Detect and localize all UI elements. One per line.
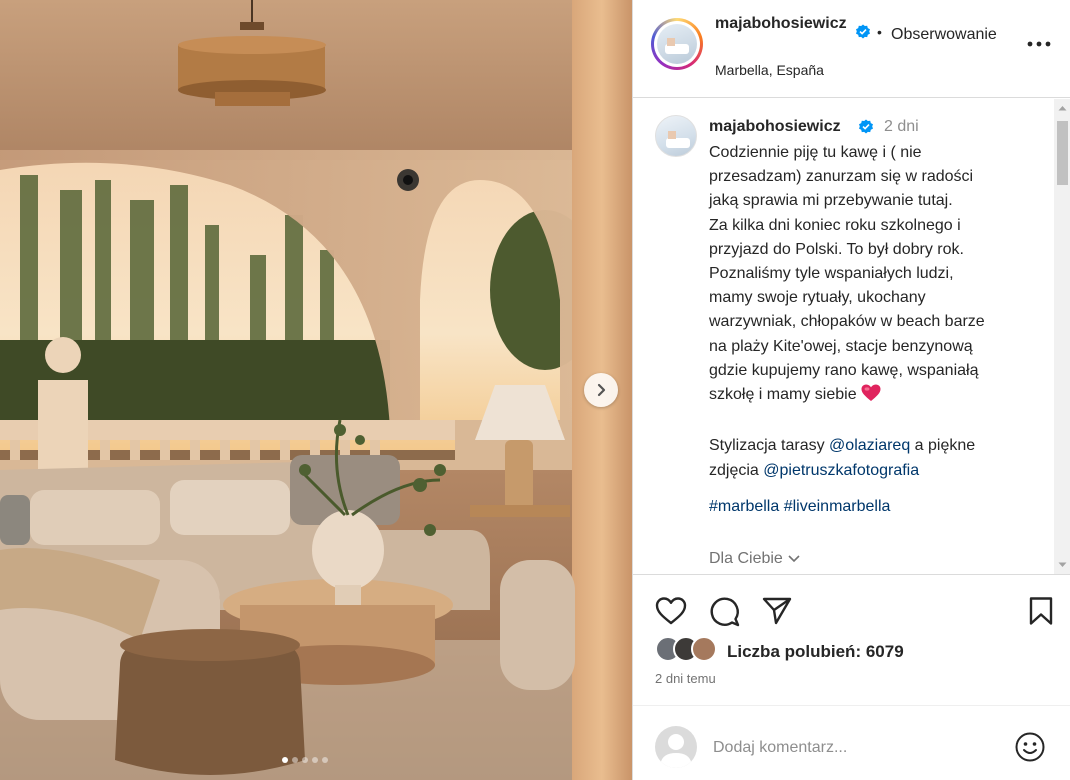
carousel-dot <box>302 757 308 763</box>
scroll-down-icon[interactable] <box>1058 562 1067 568</box>
post-header: majabohosiewicz • Obserwowanie Marbella,… <box>633 0 1070 98</box>
caption-line: warzywniak, chłopaków w beach barze <box>709 313 985 331</box>
hashtags: #marbella #liveinmarbella <box>709 498 890 516</box>
caption-time[interactable]: 2 dni <box>884 118 919 136</box>
verified-icon <box>858 119 874 140</box>
next-photo-button[interactable] <box>584 373 618 407</box>
caption-line: na plaży Kite'owej, stacje benzynową <box>709 337 973 355</box>
carousel-dot <box>292 757 298 763</box>
caption-line: jaką sprawia mi przebywanie tutaj. <box>709 192 953 210</box>
author-username[interactable]: majabohosiewicz <box>715 14 855 34</box>
caption-line: gdzie kupujemy rano kawę, wspaniałą <box>709 361 979 379</box>
for-you-label: Dla Ciebie <box>709 550 783 567</box>
caption-scrollbar[interactable] <box>1054 99 1070 574</box>
post-timestamp[interactable]: 2 dni temu <box>655 671 716 686</box>
share-icon[interactable] <box>761 596 793 631</box>
hashtag-link[interactable]: #liveinmarbella <box>784 498 891 515</box>
likes-count[interactable]: Liczba polubień: 6079 <box>727 642 904 662</box>
styling-text: a piękne <box>910 437 976 455</box>
caption-area: majabohosiewicz 2 dni Codziennie piję tu… <box>633 99 1070 574</box>
chevron-right-icon <box>597 383 606 397</box>
save-icon[interactable] <box>1028 596 1054 631</box>
caption-line: Za kilka dni koniec roku szkolnego i <box>709 216 961 234</box>
post-actions: Liczba polubień: 6079 2 dni temu <box>633 574 1070 704</box>
caption-line: przyjazd do Polski. To był dobry rok. <box>709 240 964 258</box>
add-comment-bar <box>633 705 1070 780</box>
caption-author-avatar[interactable] <box>655 115 697 157</box>
caption-line: przesadzam) zanurzam się w radości <box>709 168 974 186</box>
scrollbar-thumb[interactable] <box>1057 121 1068 185</box>
liked-by-avatars[interactable] <box>655 636 725 666</box>
comment-input[interactable] <box>713 734 993 762</box>
mention-link[interactable]: @pietruszkafotografia <box>763 462 919 479</box>
hashtag-link[interactable]: #marbella <box>709 498 779 515</box>
caption-username[interactable]: majabohosiewicz <box>709 118 841 136</box>
following-button[interactable]: Obserwowanie <box>891 26 997 44</box>
caption-line: szkołę i mamy siebie <box>709 386 857 404</box>
liker-avatar <box>691 636 717 662</box>
author-avatar[interactable] <box>651 18 703 70</box>
current-user-avatar <box>655 726 697 768</box>
carousel-indicator <box>282 757 328 763</box>
emoji-icon[interactable] <box>1014 731 1046 768</box>
red-heart-emoji <box>861 384 881 410</box>
post-location[interactable]: Marbella, España <box>715 62 824 78</box>
for-you-dropdown[interactable]: Dla Ciebie <box>709 550 801 568</box>
caption-line: mamy swoje rytuały, ukochany <box>709 289 926 307</box>
chevron-down-icon <box>788 555 800 562</box>
comment-icon[interactable] <box>709 596 741 633</box>
caption-line: Poznaliśmy tyle wspaniałych ludzi, <box>709 265 954 283</box>
carousel-dot <box>312 757 318 763</box>
scroll-up-icon[interactable] <box>1058 105 1067 111</box>
carousel-dot <box>282 757 288 763</box>
photo-credit-text: zdjęcia <box>709 461 764 479</box>
terrace-photo-image <box>0 0 632 780</box>
verified-icon <box>855 24 871 45</box>
post-photo[interactable] <box>0 0 632 780</box>
like-icon[interactable] <box>655 596 687 631</box>
post-side-panel: majabohosiewicz • Obserwowanie Marbella,… <box>632 0 1070 780</box>
caption-line: Codziennie piję tu kawę i ( nie <box>709 144 922 161</box>
header-separator: • <box>877 24 882 40</box>
mention-link[interactable]: @olaziareq <box>829 437 910 454</box>
caption-text: Codziennie piję tu kawę i ( nie przesadza… <box>709 141 1049 483</box>
styling-text: Stylizacja tarasy <box>709 437 830 455</box>
more-icon[interactable] <box>1027 34 1051 52</box>
carousel-dot <box>322 757 328 763</box>
